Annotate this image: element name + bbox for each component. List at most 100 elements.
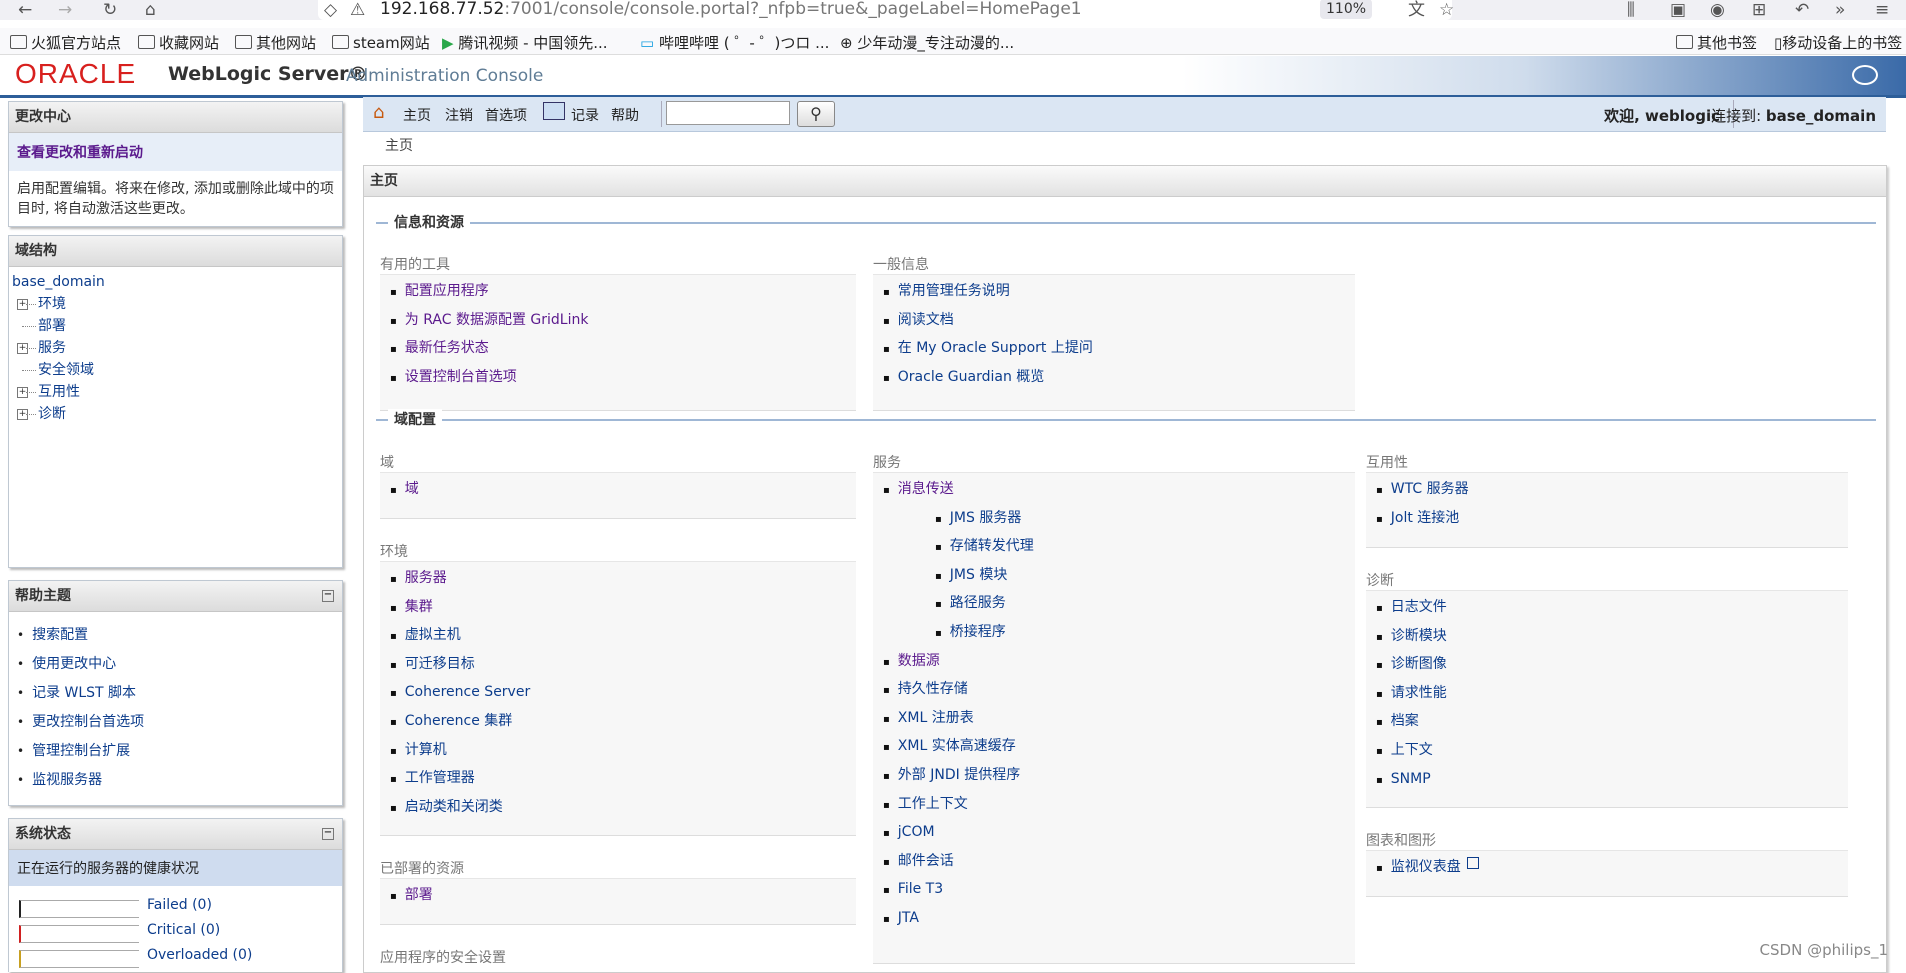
help-orb-icon[interactable] (1852, 65, 1878, 85)
info-link[interactable]: 阅读文档 (883, 310, 1355, 339)
overflow-icon[interactable]: » (1835, 0, 1845, 20)
service-link[interactable]: 消息传送 (883, 479, 1355, 508)
tree-node[interactable]: + 诊断 (12, 403, 339, 425)
service-sublink[interactable]: 存储转发代理 (883, 536, 1355, 565)
search-button[interactable]: ⚲ (797, 101, 835, 127)
service-link[interactable]: XML 注册表 (883, 708, 1355, 737)
view-changes-link[interactable]: 查看更改和重新启动 (9, 133, 342, 171)
bookmark-item[interactable]: steam网站 (332, 32, 430, 53)
bookmark-item[interactable]: ⊕ 少年动漫_专注动漫的... (840, 32, 1014, 53)
diagnostic-link[interactable]: 诊断图像 (1376, 654, 1848, 683)
translate-icon[interactable]: 文 (1408, 0, 1425, 20)
nav-help[interactable]: 帮助 (611, 105, 639, 125)
service-link[interactable]: File T3 (883, 879, 1355, 908)
service-link[interactable]: 持久性存储 (883, 679, 1355, 708)
address-bar[interactable]: ◇ ⚠ 192.168.77.52:7001/console/console.p… (318, 0, 1454, 20)
tree-node[interactable]: + 服务 (12, 337, 339, 359)
diagnostic-link[interactable]: 日志文件 (1376, 597, 1848, 626)
bookmark-item[interactable]: 其他书签 (1676, 32, 1757, 53)
search-input[interactable] (666, 101, 790, 125)
collapse-icon[interactable]: − (322, 590, 334, 602)
bookmark-item[interactable]: 其他网站 (235, 32, 316, 53)
service-link[interactable]: JTA (883, 908, 1355, 937)
library-icon[interactable]: ⫼ (1627, 0, 1635, 20)
section-info: 信息和资源 (376, 212, 1876, 232)
bookmark-item[interactable]: 收藏网站 (138, 32, 219, 53)
tool-link[interactable]: 为 RAC 数据源配置 GridLink (390, 310, 856, 339)
account-icon[interactable]: ◉ (1710, 0, 1725, 20)
service-link[interactable]: 邮件会话 (883, 851, 1355, 880)
menu-icon[interactable]: ≡ (1875, 0, 1889, 20)
diagnostic-link[interactable]: 诊断模块 (1376, 626, 1848, 655)
undo-icon[interactable]: ↶ (1795, 0, 1809, 20)
tool-link[interactable]: 设置控制台首选项 (390, 367, 856, 396)
env-link[interactable]: 计算机 (390, 740, 856, 769)
health-link[interactable]: Overloaded (0) (147, 947, 252, 963)
dashboard-link[interactable]: 监视仪表盘 (1376, 857, 1848, 886)
interop-link[interactable]: Jolt 连接池 (1376, 508, 1848, 537)
diagnostic-link[interactable]: 请求性能 (1376, 683, 1848, 712)
help-link[interactable]: 更改控制台首选项 (17, 711, 342, 740)
env-link[interactable]: 集群 (390, 597, 856, 626)
env-link[interactable]: 服务器 (390, 568, 856, 597)
service-link[interactable]: 工作上下文 (883, 794, 1355, 823)
help-link[interactable]: 记录 WLST 脚本 (17, 682, 342, 711)
service-link[interactable]: 外部 JNDI 提供程序 (883, 765, 1355, 794)
breadcrumb[interactable]: 主页 (385, 135, 413, 155)
zoom-level[interactable]: 110% (1320, 0, 1373, 19)
tree-node[interactable]: + 环境 (12, 293, 339, 315)
env-link[interactable]: 虚拟主机 (390, 625, 856, 654)
nav-record[interactable]: 记录 (571, 105, 599, 125)
service-sublink[interactable]: 路径服务 (883, 593, 1355, 622)
info-link[interactable]: 常用管理任务说明 (883, 281, 1355, 310)
forward-icon[interactable]: → (58, 0, 72, 20)
help-link[interactable]: 使用更改中心 (17, 653, 342, 682)
env-link[interactable]: Coherence 集群 (390, 711, 856, 740)
back-icon[interactable]: ← (18, 0, 32, 20)
health-link[interactable]: Critical (0) (147, 922, 220, 938)
diagnostic-link[interactable]: SNMP (1376, 769, 1848, 798)
service-link[interactable]: XML 实体高速缓存 (883, 736, 1355, 765)
bookmark-item[interactable]: ▶ 腾讯视频 - 中国领先... (442, 32, 608, 53)
tree-node[interactable]: 部署 (12, 315, 339, 337)
service-link[interactable]: jCOM (883, 822, 1355, 851)
nav-home[interactable]: 主页 (403, 105, 431, 125)
bookmark-item[interactable]: ▯移动设备上的书签 (1774, 32, 1902, 53)
help-link[interactable]: 搜索配置 (17, 624, 342, 653)
diagnostic-link[interactable]: 上下文 (1376, 740, 1848, 769)
nav-preferences[interactable]: 首选项 (485, 105, 527, 125)
env-link[interactable]: 工作管理器 (390, 768, 856, 797)
interop-link[interactable]: WTC 服务器 (1376, 479, 1848, 508)
deployment-link[interactable]: 部署 (390, 885, 856, 914)
home-icon[interactable]: ⌂ (373, 102, 384, 123)
env-link[interactable]: Coherence Server (390, 682, 856, 711)
screenshot-icon[interactable]: ⊞ (1752, 0, 1766, 20)
tool-link[interactable]: 配置应用程序 (390, 281, 856, 310)
service-sublink[interactable]: JMS 模块 (883, 565, 1355, 594)
tree-node[interactable]: + 互用性 (12, 381, 339, 403)
info-link[interactable]: 在 My Oracle Support 上提问 (883, 338, 1355, 367)
service-link[interactable]: 数据源 (883, 651, 1355, 680)
bookmark-item[interactable]: ▭ 哔哩哔哩 ( ゜- ゜)つロ ... (640, 32, 829, 53)
sidebar-icon[interactable]: ▣ (1670, 0, 1686, 20)
diagnostic-link[interactable]: 档案 (1376, 711, 1848, 740)
tree-node[interactable]: 安全领域 (12, 359, 339, 381)
tool-link[interactable]: 最新任务状态 (390, 338, 856, 367)
record-icon[interactable] (543, 102, 565, 120)
env-link[interactable]: 可迁移目标 (390, 654, 856, 683)
tree-root[interactable]: base_domain (12, 271, 339, 293)
info-link[interactable]: Oracle Guardian 概览 (883, 367, 1355, 396)
env-link[interactable]: 启动类和关闭类 (390, 797, 856, 826)
reload-icon[interactable]: ↻ (103, 0, 117, 20)
home-icon[interactable]: ⌂ (145, 0, 156, 20)
service-sublink[interactable]: 桥接程序 (883, 622, 1355, 651)
collapse-icon[interactable]: − (322, 828, 334, 840)
health-link[interactable]: Failed (0) (147, 897, 212, 913)
service-sublink[interactable]: JMS 服务器 (883, 508, 1355, 537)
domain-link[interactable]: 域 (390, 479, 856, 508)
nav-logout[interactable]: 注销 (445, 105, 473, 125)
help-link[interactable]: 监视服务器 (17, 769, 342, 798)
bookmark-item[interactable]: 火狐官方站点 (10, 32, 121, 53)
help-link[interactable]: 管理控制台扩展 (17, 740, 342, 769)
star-icon[interactable]: ☆ (1439, 0, 1454, 20)
